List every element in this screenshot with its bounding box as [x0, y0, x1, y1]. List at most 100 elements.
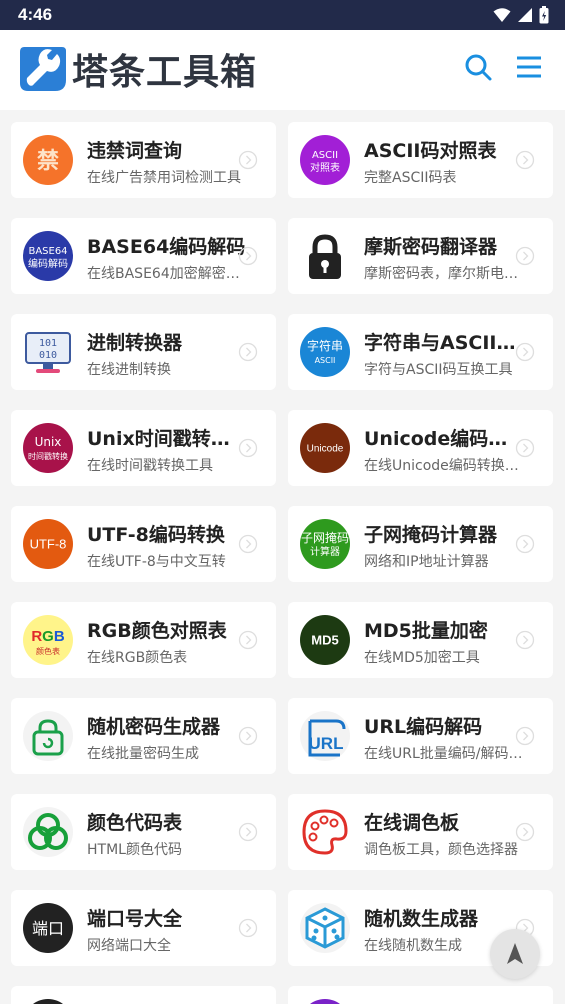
- status-time: 4:46: [18, 5, 53, 24]
- tool-card[interactable]: UTF-8 UTF-8编码转换在线UTF-8与中文互转: [11, 506, 276, 582]
- tool-card[interactable]: 子网掩码 计算器 子网掩码计算器 网络和IP地址计算器: [288, 506, 553, 582]
- tool-description: 摩斯密码表，摩尔斯电码翻译: [364, 266, 524, 282]
- tool-description: 在线广告禁用词检测工具: [87, 170, 241, 186]
- port-icon: 端口: [23, 903, 73, 953]
- tool-card[interactable]: 随机密码生成器在线批量密码生成: [11, 698, 276, 774]
- tool-card[interactable]: ASCII 对照表 ASCII码对照表 完整ASCII码表: [288, 122, 553, 198]
- tool-description: 调色板工具，颜色选择器: [364, 842, 518, 858]
- tool-description: 字符与ASCII码互换工具: [364, 362, 513, 378]
- tool-card[interactable]: Unix 时间戳转换 Unix时间戳转换器在线时间戳转换工具: [11, 410, 276, 486]
- tool-title: ASCII码对照表: [364, 140, 497, 162]
- svg-text:URL: URL: [309, 734, 344, 753]
- unicode-icon: Unicode: [300, 423, 350, 473]
- tool-description: 在线Unicode编码转换工具: [364, 458, 524, 474]
- tool-card-partial[interactable]: [288, 986, 553, 1004]
- svg-text:MD5: MD5: [311, 632, 338, 647]
- menu-icon[interactable]: [514, 52, 544, 82]
- tool-card-partial[interactable]: [11, 986, 276, 1004]
- tool-title: RGB颜色对照表: [87, 620, 227, 642]
- svg-text:101: 101: [39, 338, 57, 349]
- tool-title: 颜色代码表: [87, 812, 183, 834]
- tool-card[interactable]: 字符串 ASCII 字符串与ASCII码互转字符与ASCII码互换工具: [288, 314, 553, 390]
- svg-text:子网掩码: 子网掩码: [301, 531, 349, 545]
- status-bar: 4:46: [0, 0, 565, 30]
- url-icon: URL: [300, 711, 350, 761]
- partial-icon: [33, 999, 63, 1004]
- forbidden-words-icon: 禁: [23, 135, 73, 185]
- chevron-right-icon: [515, 534, 535, 554]
- tool-description: 在线UTF-8与中文互转: [87, 554, 226, 570]
- tool-title: UTF-8编码转换: [87, 524, 225, 546]
- tool-description: 在线RGB颜色表: [87, 650, 188, 666]
- app-logo[interactable]: 塔条工具箱: [18, 43, 257, 95]
- tool-description: 在线URL批量编码/解码工具: [364, 746, 524, 762]
- svg-text:时间戳转换: 时间戳转换: [28, 451, 68, 461]
- subnet-mask-icon: 子网掩码 计算器: [300, 519, 350, 569]
- tool-title: BASE64编码解码: [87, 236, 246, 258]
- tool-card[interactable]: BASE64 编码解码 BASE64编码解码在线BASE64加密解密工具: [11, 218, 276, 294]
- app-title: 塔条工具箱: [72, 52, 258, 93]
- tool-description: 在线MD5加密工具: [364, 650, 480, 666]
- chevron-right-icon: [238, 246, 258, 266]
- tool-card[interactable]: Unicode Unicode编码转换在线Unicode编码转换工具: [288, 410, 553, 486]
- ascii-table-icon: ASCII 对照表: [300, 135, 350, 185]
- tool-description: 在线批量密码生成: [87, 746, 199, 762]
- tool-title: Unicode编码转换: [364, 428, 524, 450]
- tool-title: Unix时间戳转换器: [87, 428, 247, 450]
- svg-text:010: 010: [39, 350, 57, 361]
- wifi-icon: [493, 8, 511, 22]
- scroll-to-top-button[interactable]: [490, 929, 540, 979]
- tool-card[interactable]: 摩斯密码翻译器摩斯密码表，摩尔斯电码翻译: [288, 218, 553, 294]
- svg-text:端口: 端口: [32, 919, 64, 938]
- tool-card[interactable]: 颜色代码表 HTML颜色代码: [11, 794, 276, 870]
- tool-card[interactable]: 101 010 进制转换器 在线进制转换: [11, 314, 276, 390]
- tool-title: 进制转换器: [87, 332, 183, 354]
- lock-icon: [309, 234, 341, 279]
- tool-title: URL编码解码: [364, 716, 483, 738]
- tool-title: 端口号大全: [87, 908, 183, 930]
- tool-description: 在线BASE64加密解密工具: [87, 266, 247, 282]
- tool-card[interactable]: 在线调色板 调色板工具，颜色选择器: [288, 794, 553, 870]
- chevron-right-icon: [238, 150, 258, 170]
- svg-text:字符串: 字符串: [307, 338, 343, 353]
- chevron-right-icon: [515, 630, 535, 650]
- chevron-right-icon: [515, 342, 535, 362]
- chevron-right-icon: [515, 822, 535, 842]
- svg-text:UTF-8: UTF-8: [30, 536, 67, 551]
- chevron-right-icon: [515, 246, 535, 266]
- chevron-right-icon: [238, 342, 258, 362]
- svg-text:RGB: RGB: [31, 628, 65, 645]
- app-header: 塔条工具箱: [0, 30, 565, 110]
- tool-title: 摩斯密码翻译器: [364, 236, 498, 258]
- tool-title: 子网掩码计算器: [364, 524, 498, 546]
- tool-description: HTML颜色代码: [87, 842, 182, 858]
- tool-title: 字符串与ASCII码互转: [364, 332, 524, 354]
- svg-text:ASCII: ASCII: [315, 356, 336, 365]
- dice-icon: [300, 903, 350, 953]
- tool-title: 违禁词查询: [87, 140, 183, 162]
- chevron-right-icon: [238, 918, 258, 938]
- tool-card[interactable]: RGB 颜色表 RGB颜色对照表 在线RGB颜色表: [11, 602, 276, 678]
- chevron-right-icon: [238, 438, 258, 458]
- string-ascii-icon: 字符串 ASCII: [300, 327, 350, 377]
- svg-text:ASCII: ASCII: [312, 150, 338, 161]
- base64-icon: BASE64 编码解码: [23, 231, 73, 281]
- svg-text:Unix: Unix: [35, 435, 62, 449]
- tool-description: 网络端口大全: [87, 938, 171, 954]
- unix-timestamp-icon: Unix 时间戳转换: [23, 423, 73, 473]
- palette-icon: [302, 809, 348, 855]
- tool-description: 在线时间戳转换工具: [87, 458, 213, 474]
- tool-title: 随机密码生成器: [87, 716, 221, 738]
- svg-text:禁: 禁: [37, 148, 59, 174]
- binary-monitor-icon: 101 010: [25, 332, 71, 373]
- tool-card[interactable]: MD5 MD5批量加密在线MD5加密工具: [288, 602, 553, 678]
- search-icon[interactable]: [463, 52, 493, 82]
- tool-title: MD5批量加密: [364, 620, 488, 642]
- tool-card[interactable]: 端口 端口号大全网络端口大全: [11, 890, 276, 966]
- partial-icon: [310, 999, 340, 1004]
- tool-card[interactable]: URL URL编码解码在线URL批量编码/解码工具: [288, 698, 553, 774]
- tool-title: 随机数生成器: [364, 908, 479, 930]
- utf8-icon: UTF-8: [23, 519, 73, 569]
- svg-text:BASE64: BASE64: [28, 246, 67, 257]
- tool-card[interactable]: 禁 违禁词查询在线广告禁用词检测工具: [11, 122, 276, 198]
